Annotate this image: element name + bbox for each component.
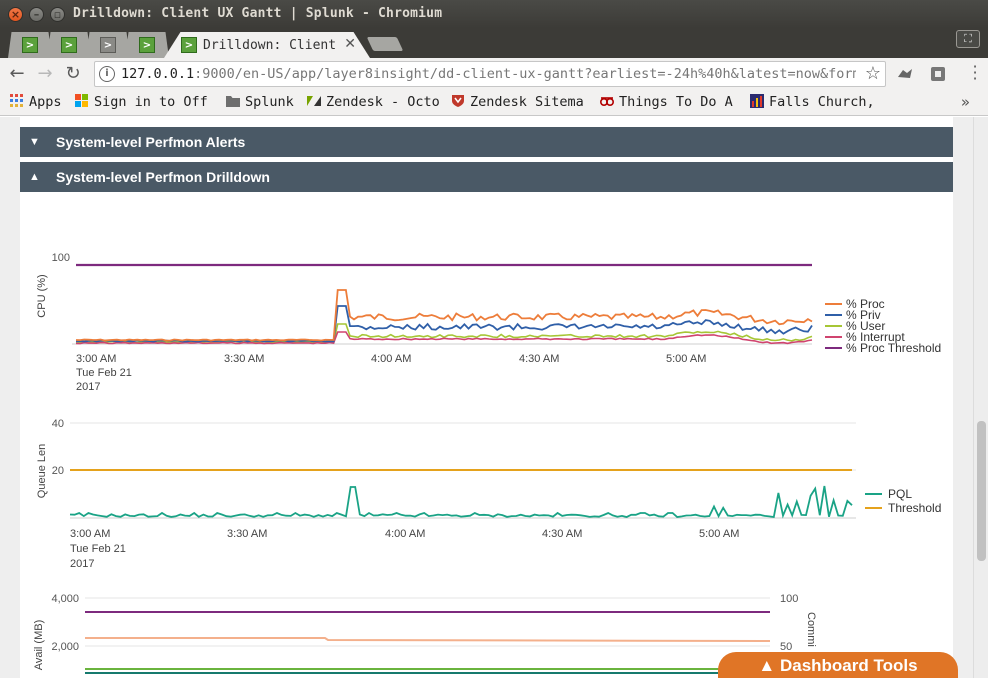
bookmark-star-icon[interactable]: ☆ bbox=[865, 63, 881, 84]
tab-label: Drilldown: Client UX Gantt | Splunk bbox=[203, 38, 338, 53]
window-titlebar: × – ▫ Drilldown: Client UX Gantt | Splun… bbox=[0, 0, 988, 28]
splunk-favicon-icon: > bbox=[181, 37, 197, 53]
dashboard-tools-button[interactable]: ▲ Dashboard Tools bbox=[718, 652, 958, 678]
expand-arrow-icon: ▲ bbox=[29, 171, 40, 183]
legend-proc-threshold[interactable]: % Proc Threshold bbox=[846, 341, 941, 355]
folder-icon bbox=[226, 96, 240, 107]
queue-x-tick: 4:30 AM bbox=[542, 528, 582, 540]
tab-splunk-3[interactable]: > bbox=[86, 32, 130, 58]
splunk-favicon-icon: > bbox=[139, 37, 155, 53]
tab-strip: > > > > > Drilldown: Client UX Gantt | S… bbox=[0, 28, 988, 58]
commit-y-axis-label: Commi bbox=[805, 612, 817, 647]
cpu-x-tick: 3:00 AM Tue Feb 21 2017 bbox=[76, 353, 132, 393]
memory-y-tick: 4,000 bbox=[51, 593, 79, 605]
x-tick-date: Tue Feb 21 bbox=[76, 367, 132, 379]
tab-close-icon[interactable]: ✕ bbox=[344, 36, 356, 52]
collapse-arrow-icon: ▼ bbox=[29, 136, 40, 148]
address-bar[interactable]: i 127.0.0.1:9000/en-US/app/layer8insight… bbox=[94, 61, 886, 87]
splunk-favicon-icon: > bbox=[61, 37, 77, 53]
cpu-x-axis: 3:00 AM Tue Feb 21 2017 3:30 AM 4:00 AM 4:… bbox=[72, 343, 812, 393]
cpu-y-axis-label: CPU (%) bbox=[36, 274, 48, 317]
bookmark-apps[interactable]: Apps bbox=[10, 94, 70, 114]
x-tick-year: 2017 bbox=[70, 558, 94, 570]
cpu-x-tick: 4:00 AM bbox=[371, 353, 411, 365]
window-title: Drilldown: Client UX Gantt | Splunk - Ch… bbox=[73, 6, 443, 21]
queue-x-tick: 3:00 AM Tue Feb 21 2017 bbox=[70, 528, 126, 570]
profile-icon[interactable]: ⛶ bbox=[956, 30, 980, 48]
bookmarks-bar: Apps Sign in to Off Splunk Zendesk - Oct… bbox=[0, 91, 988, 116]
section-header-drilldown[interactable]: ▲ System-level Perfmon Drilldown bbox=[20, 162, 953, 192]
tab-splunk-4[interactable]: > bbox=[125, 32, 169, 58]
x-tick-time: 3:00 AM bbox=[76, 353, 116, 365]
queue-x-tick: 3:30 AM bbox=[227, 528, 267, 540]
splunk-favicon-icon: > bbox=[100, 37, 116, 53]
maximize-window-button[interactable]: ▫ bbox=[50, 7, 65, 22]
bookmarks-overflow-icon[interactable]: » bbox=[961, 93, 970, 111]
queue-y-axis-label: Queue Len bbox=[36, 444, 48, 498]
cpu-x-tick: 3:30 AM bbox=[224, 353, 264, 365]
new-tab-button[interactable] bbox=[366, 37, 404, 51]
tab-drilldown-active[interactable]: > Drilldown: Client UX Gantt | Splunk ✕ bbox=[164, 32, 370, 58]
cpu-y-tick: 100 bbox=[52, 252, 70, 264]
minimize-window-button[interactable]: – bbox=[29, 7, 44, 22]
office-icon bbox=[75, 94, 88, 107]
page-content: ▼ System-level Perfmon Alerts ▲ System-l… bbox=[0, 117, 973, 678]
queue-x-tick: 4:00 AM bbox=[385, 528, 425, 540]
bookmark-things-to-do[interactable]: Things To Do A bbox=[600, 94, 740, 114]
tab-splunk-2[interactable]: > bbox=[47, 32, 91, 58]
cpu-legend: % Proc % Priv % User % Interrupt % Proc … bbox=[825, 297, 941, 355]
splunk-favicon-icon: > bbox=[22, 37, 38, 53]
forward-arrow-icon[interactable]: → bbox=[34, 63, 56, 85]
queue-length-chart: Queue Len 40 20 3:00 AM Tue Feb 21 2017 3:… bbox=[36, 418, 941, 570]
bookmark-splunk-folder[interactable]: Splunk bbox=[226, 94, 306, 114]
apps-grid-icon bbox=[10, 94, 23, 107]
cpu-x-tick: 5:00 AM bbox=[666, 353, 706, 365]
shield-icon bbox=[452, 95, 464, 107]
info-icon[interactable]: i bbox=[99, 66, 115, 82]
browser-toolbar: ← → ↻ i 127.0.0.1:9000/en-US/app/layer8i… bbox=[0, 58, 988, 91]
memory-y-tick: 2,000 bbox=[51, 641, 79, 653]
series-pql-line bbox=[69, 485, 853, 519]
page-scrollbar[interactable] bbox=[973, 117, 988, 678]
section-title: System-level Perfmon Drilldown bbox=[56, 169, 270, 185]
commit-y-tick: 100 bbox=[780, 593, 798, 605]
reload-icon[interactable]: ↻ bbox=[62, 63, 84, 85]
bookmark-zendesk-octo[interactable]: Zendesk - Octo bbox=[307, 94, 447, 114]
bookmark-falls-church[interactable]: Falls Church, bbox=[750, 94, 890, 114]
legend-threshold[interactable]: Threshold bbox=[888, 501, 941, 515]
x-tick-time: 3:00 AM bbox=[70, 528, 110, 540]
zendesk-icon bbox=[307, 96, 321, 106]
menu-icon[interactable]: · · · bbox=[972, 59, 978, 87]
bookmark-office[interactable]: Sign in to Off bbox=[75, 94, 215, 114]
cpu-chart: CPU (%) 100 3:00 AM Tue Feb 21 2017 3:30 A… bbox=[36, 252, 941, 393]
series-commit-line bbox=[85, 637, 771, 642]
section-title: System-level Perfmon Alerts bbox=[56, 134, 246, 150]
queue-y-tick: 40 bbox=[52, 418, 64, 430]
legend-pql[interactable]: PQL bbox=[888, 487, 912, 501]
cpu-x-tick: 4:30 AM bbox=[519, 353, 559, 365]
queue-x-tick: 5:00 AM bbox=[699, 528, 739, 540]
memory-y-axis-label: Avail (MB) bbox=[33, 620, 45, 671]
back-arrow-icon[interactable]: ← bbox=[6, 63, 28, 85]
queue-legend: PQL Threshold bbox=[865, 487, 941, 515]
tripadvisor-icon bbox=[600, 97, 614, 106]
scrollbar-thumb[interactable] bbox=[977, 421, 986, 561]
url-text[interactable]: 127.0.0.1:9000/en-US/app/layer8insight/d… bbox=[121, 66, 856, 82]
chart-icon bbox=[750, 94, 764, 108]
extension-icon[interactable] bbox=[929, 65, 947, 83]
section-header-alerts[interactable]: ▼ System-level Perfmon Alerts bbox=[20, 127, 953, 157]
x-tick-date: Tue Feb 21 bbox=[70, 543, 126, 555]
bookmark-zendesk-sitemap[interactable]: Zendesk Sitema bbox=[451, 94, 591, 114]
close-window-button[interactable]: × bbox=[8, 7, 23, 22]
x-tick-year: 2017 bbox=[76, 381, 100, 393]
extension-icon[interactable] bbox=[896, 65, 914, 83]
queue-x-axis: 3:00 AM Tue Feb 21 2017 3:30 AM 4:00 AM 4:… bbox=[70, 517, 856, 570]
queue-y-tick: 20 bbox=[52, 465, 64, 477]
tab-splunk-1[interactable]: > bbox=[8, 32, 52, 58]
